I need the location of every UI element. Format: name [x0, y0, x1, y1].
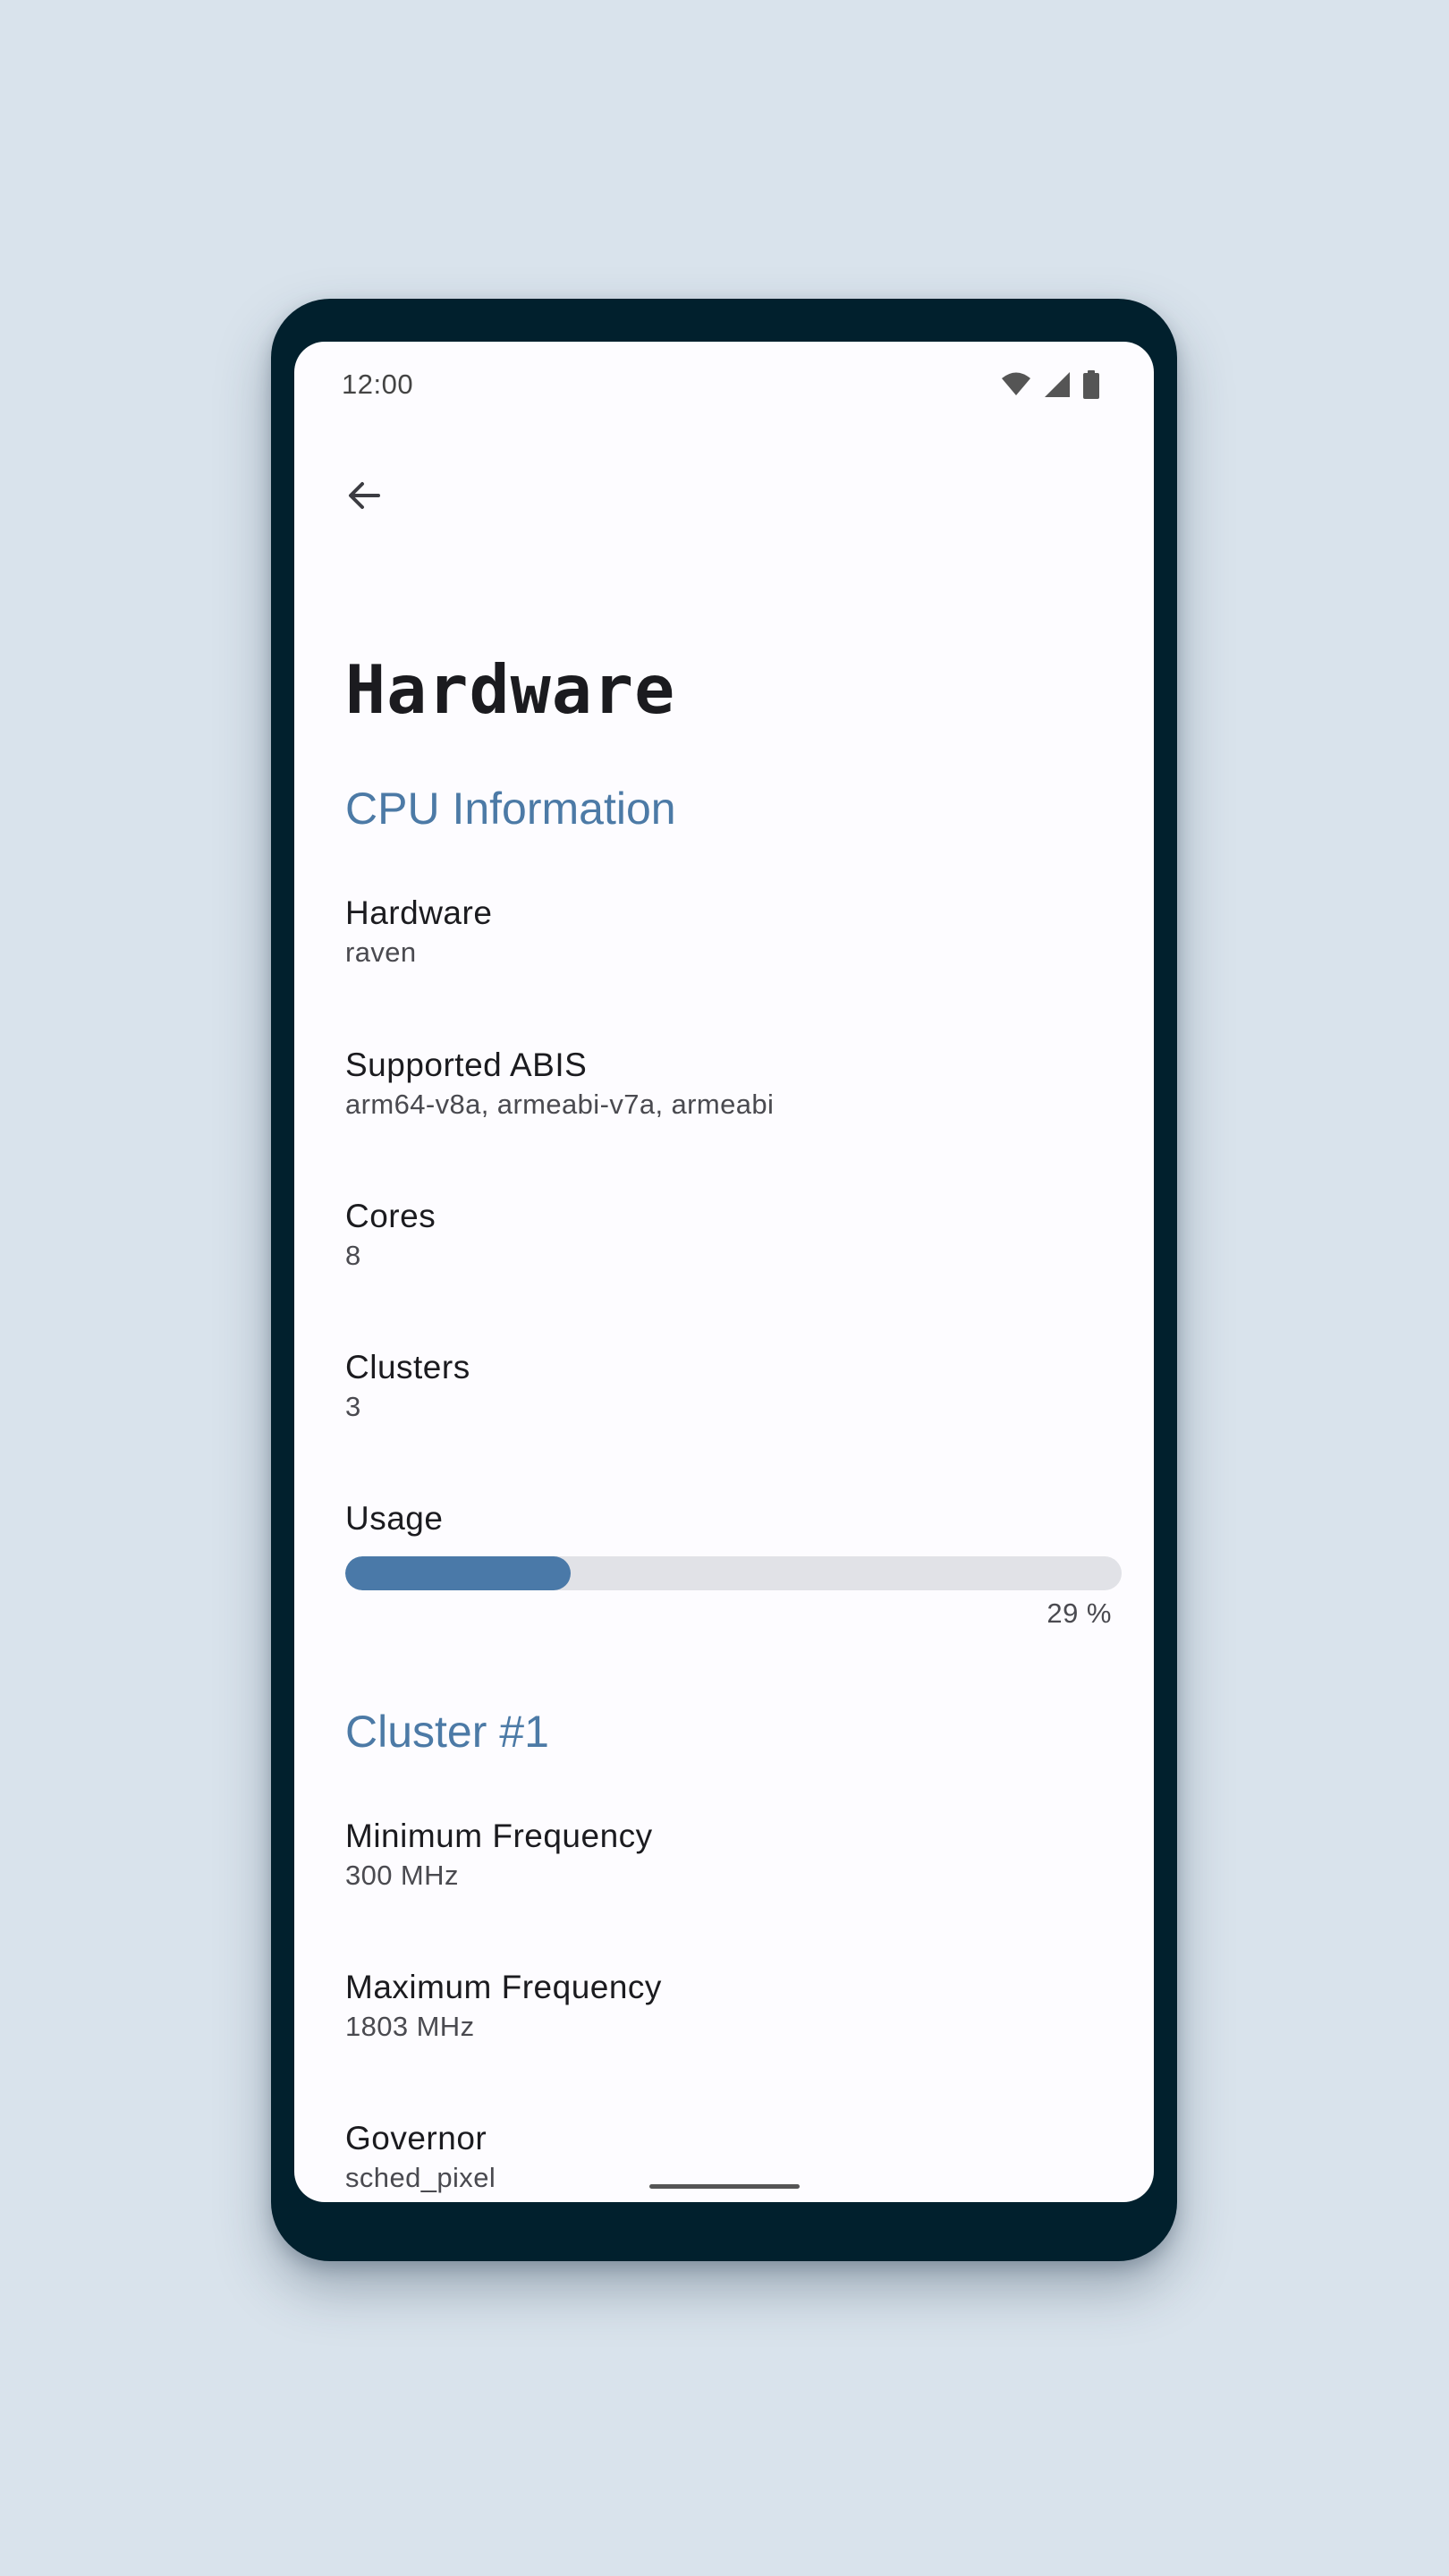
status-icons [1000, 370, 1100, 399]
info-item-value: raven [345, 936, 417, 968]
info-item-supported-abis[interactable]: Supported ABIS arm64-v8a, armeabi-v7a, a… [345, 1045, 1114, 1123]
status-bar: 12:00 [294, 342, 1154, 428]
usage-progress-fill [345, 1556, 571, 1590]
section-header-cpu-information: CPU Information [345, 784, 676, 834]
info-item-cores[interactable]: Cores 8 [345, 1196, 1114, 1275]
usage-percent-label: 29 % [1046, 1597, 1112, 1629]
info-item-maximum-frequency[interactable]: Maximum Frequency 1803 MHz [345, 1967, 1114, 2046]
info-item-title: Hardware [345, 894, 493, 931]
status-time: 12:00 [342, 369, 414, 400]
home-indicator[interactable] [649, 2184, 800, 2189]
info-item-minimum-frequency[interactable]: Minimum Frequency 300 MHz [345, 1816, 1114, 1894]
info-item-clusters[interactable]: Clusters 3 [345, 1347, 1114, 1426]
info-item-title: Maximum Frequency [345, 1969, 662, 2005]
info-item-usage: Usage [345, 1498, 1114, 1539]
info-item-title: Clusters [345, 1349, 470, 1385]
info-item-value: sched_pixel [345, 2162, 496, 2193]
wifi-icon [1000, 370, 1032, 399]
info-item-title: Cores [345, 1198, 436, 1234]
info-item-title: Usage [345, 1500, 444, 1537]
info-item-hardware[interactable]: Hardware raven [345, 893, 1114, 971]
info-item-value: 300 MHz [345, 1860, 459, 1891]
info-item-value: 3 [345, 1391, 361, 1422]
cellular-signal-icon [1043, 370, 1072, 399]
info-item-title: Minimum Frequency [345, 1818, 653, 1854]
section-header-cluster-1: Cluster #1 [345, 1707, 549, 1757]
arrow-back-icon [344, 476, 384, 520]
info-item-value: 8 [345, 1240, 361, 1271]
info-item-title: Governor [345, 2120, 487, 2157]
info-item-value: 1803 MHz [345, 2011, 475, 2042]
page-title: Hardware [345, 650, 676, 729]
battery-icon [1082, 370, 1100, 399]
usage-progress-bar [345, 1556, 1122, 1590]
back-button[interactable] [332, 465, 396, 530]
info-item-title: Supported ABIS [345, 1046, 588, 1083]
info-item-value: arm64-v8a, armeabi-v7a, armeabi [345, 1089, 775, 1120]
phone-screen: 12:00 Hardware CPU Information Hardware … [294, 342, 1154, 2202]
